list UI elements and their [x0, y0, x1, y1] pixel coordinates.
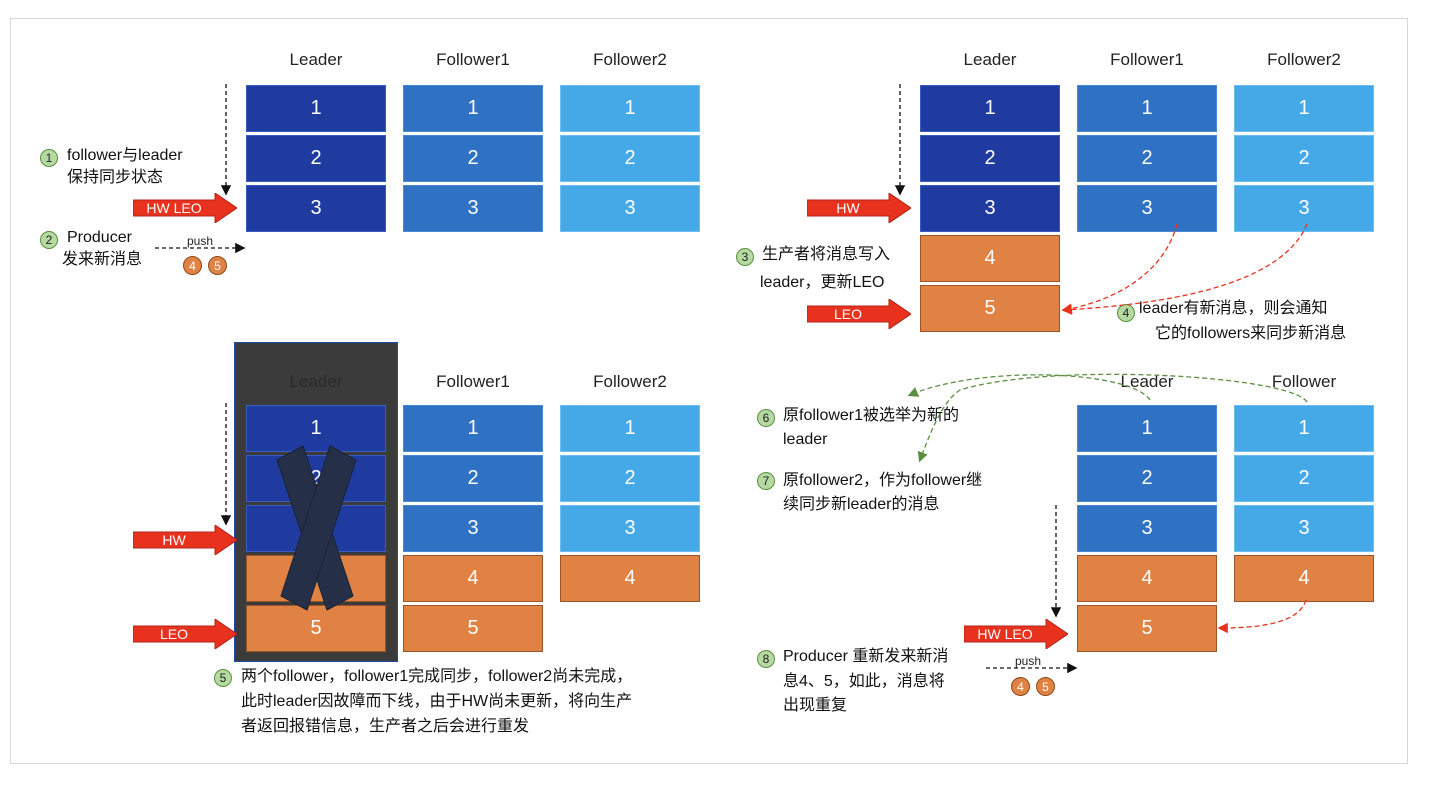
connector-layer — [155, 84, 1308, 674]
election-arrow — [907, 374, 1151, 401]
follower-sync-arrow — [1217, 599, 1307, 634]
sync-request-arrow-follower1 — [1061, 223, 1178, 314]
failure-x-icon — [276, 445, 357, 611]
follow-new-leader-arrow — [917, 373, 1308, 463]
sync-request-arrow-follower2 — [1061, 223, 1308, 315]
